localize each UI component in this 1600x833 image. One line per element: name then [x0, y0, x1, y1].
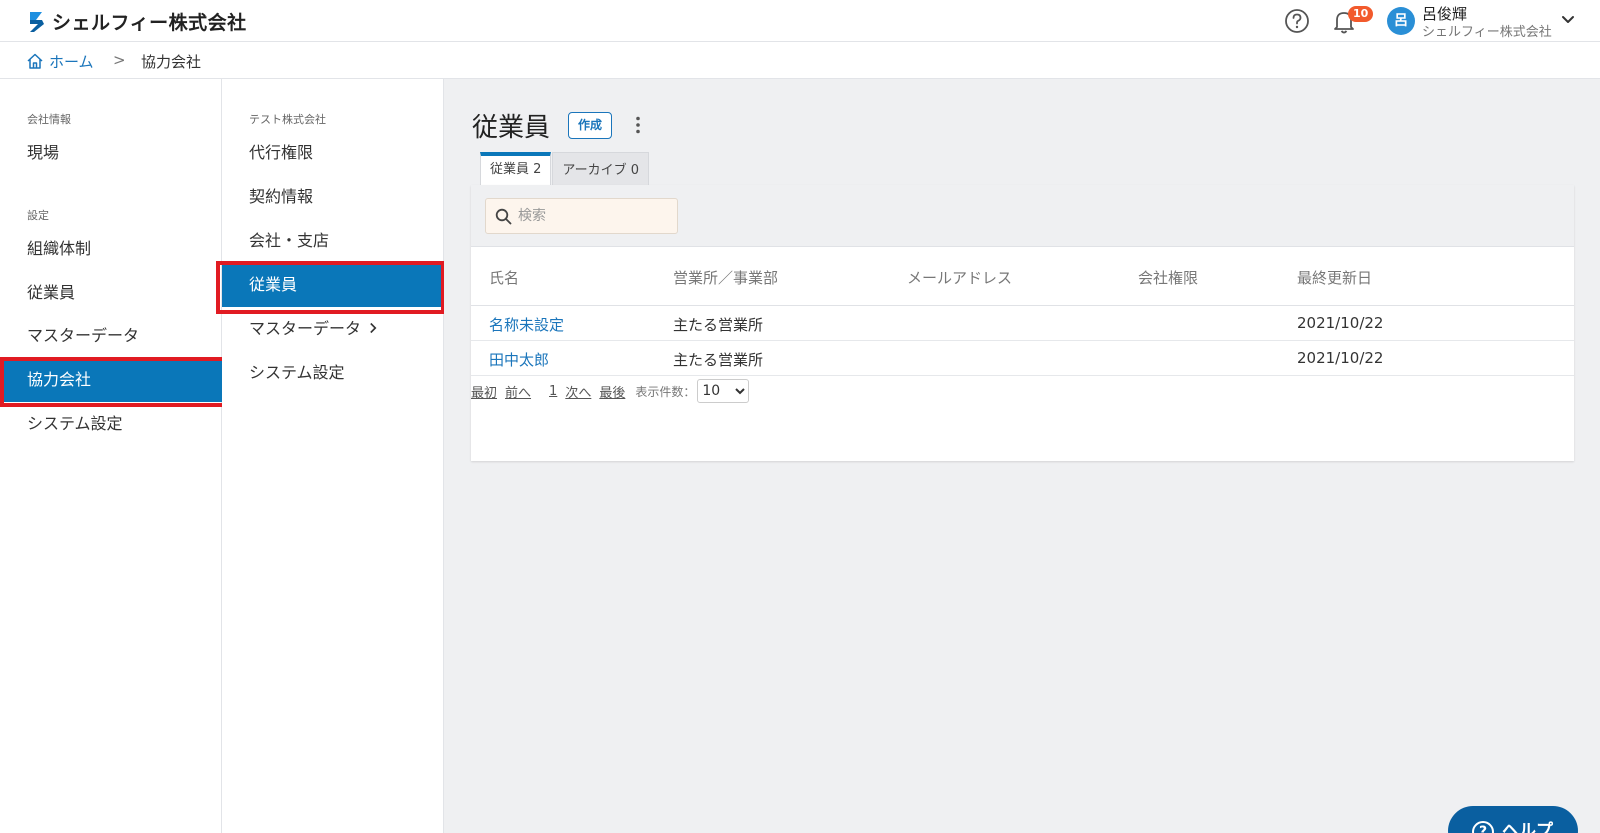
- column-header-updated[interactable]: 最終更新日: [1297, 267, 1372, 288]
- pagination: 最初 前へ 1 次へ 最後 表示件数： 10: [471, 379, 750, 403]
- breadcrumb: ホーム > 協力会社: [0, 42, 1600, 79]
- employee-office: 主たる営業所: [673, 316, 764, 334]
- create-button[interactable]: 作成: [568, 112, 613, 139]
- subnav-item-master-data[interactable]: マスターデータ: [222, 307, 444, 351]
- user-company: シェルフィー株式会社: [1422, 25, 1552, 40]
- pager-next-link[interactable]: 次へ: [565, 382, 591, 401]
- help-label: ヘルプ: [1502, 821, 1553, 833]
- sidebar-item-employees[interactable]: 従業員: [0, 271, 222, 315]
- sidebar-section-company: 会社情報: [27, 113, 71, 126]
- breadcrumb-home-link[interactable]: ホーム: [49, 51, 94, 72]
- column-header-office[interactable]: 営業所／事業部: [673, 267, 778, 288]
- chevron-right-icon: [370, 322, 377, 334]
- search-icon: [495, 208, 512, 225]
- per-page-select[interactable]: 10: [697, 379, 750, 403]
- page-title: 従業員: [472, 113, 551, 143]
- more-options-icon[interactable]: [634, 115, 642, 135]
- question-icon: ?: [1472, 821, 1494, 833]
- sub-sidebar: テスト株式会社 代行権限 契約情報 会社・支店 従業員 マスターデータ システム…: [222, 79, 444, 833]
- tab-employees[interactable]: 従業員 2: [480, 152, 552, 185]
- main-sidebar: 会社情報 現場 設定 組織体制 従業員 マスターデータ 協力会社 システム設定: [0, 79, 222, 833]
- sidebar-item-master-data[interactable]: マスターデータ: [0, 314, 222, 358]
- subnav-item-master-data-label: マスターデータ: [249, 319, 362, 338]
- pager-page-1[interactable]: 1: [549, 384, 557, 399]
- column-header-role[interactable]: 会社権限: [1138, 267, 1198, 288]
- employee-updated: 2021/10/22: [1297, 314, 1384, 332]
- help-floating-button[interactable]: ? ヘルプ: [1448, 806, 1578, 833]
- breadcrumb-current: 協力会社: [141, 53, 202, 71]
- per-page-label: 表示件数：: [635, 384, 696, 399]
- notifications-button[interactable]: 10: [1330, 6, 1374, 36]
- app-header: シェルフィー株式会社 10 呂 呂俊輝 シェルフィー株式会社: [0, 0, 1600, 42]
- table-row[interactable]: 名称未設定 主たる営業所 2021/10/22: [471, 306, 1574, 341]
- table-header: 氏名 営業所／事業部 メールアドレス 会社権限 最終更新日: [471, 247, 1574, 306]
- tab-archive[interactable]: アーカイブ 0: [552, 152, 650, 185]
- subnav-item-contract[interactable]: 契約情報: [222, 175, 444, 219]
- employee-name-link[interactable]: 名称未設定: [489, 314, 564, 335]
- employee-name-link[interactable]: 田中太郎: [489, 349, 549, 370]
- subnav-section-title: テスト株式会社: [249, 113, 326, 126]
- search-box: [485, 198, 678, 234]
- sidebar-section-settings: 設定: [27, 209, 49, 222]
- chevron-down-icon[interactable]: [1560, 11, 1576, 27]
- help-icon[interactable]: [1284, 8, 1310, 34]
- employee-table-card: 氏名 営業所／事業部 メールアドレス 会社権限 最終更新日 名称未設定 主たる営…: [471, 185, 1574, 461]
- main-content: 従業員 作成 従業員 2 アーカイブ 0 氏名 営業所／事業部 メールアドレス …: [444, 79, 1600, 833]
- home-icon[interactable]: [26, 52, 44, 70]
- table-toolbar: [471, 185, 1574, 247]
- subnav-item-delegation[interactable]: 代行権限: [222, 131, 444, 175]
- sidebar-item-partner-companies[interactable]: 協力会社: [0, 358, 222, 402]
- app-name: シェルフィー株式会社: [52, 12, 247, 34]
- search-input[interactable]: [518, 199, 673, 233]
- logo-icon: [30, 11, 44, 32]
- column-header-email[interactable]: メールアドレス: [907, 267, 1012, 288]
- avatar[interactable]: 呂: [1387, 7, 1415, 35]
- subnav-item-employees[interactable]: 従業員: [222, 263, 444, 307]
- pager-prev-link[interactable]: 前へ: [505, 382, 531, 401]
- table-row[interactable]: 田中太郎 主たる営業所 2021/10/22: [471, 341, 1574, 376]
- app-logo[interactable]: シェルフィー株式会社: [26, 8, 247, 35]
- sidebar-item-organization[interactable]: 組織体制: [0, 227, 222, 271]
- sidebar-item-sites[interactable]: 現場: [0, 131, 222, 175]
- subnav-item-branches[interactable]: 会社・支店: [222, 219, 444, 263]
- subnav-item-system-settings[interactable]: システム設定: [222, 351, 444, 395]
- notification-badge: 10: [1348, 6, 1374, 22]
- employee-office: 主たる営業所: [673, 351, 764, 369]
- tab-bar: 従業員 2 アーカイブ 0: [480, 152, 650, 185]
- pager-last-link[interactable]: 最後: [599, 382, 625, 401]
- column-header-name[interactable]: 氏名: [489, 267, 519, 288]
- breadcrumb-separator: >: [113, 51, 126, 69]
- pager-first-link[interactable]: 最初: [471, 382, 497, 401]
- sidebar-item-system-settings[interactable]: システム設定: [0, 402, 222, 446]
- employee-updated: 2021/10/22: [1297, 349, 1384, 367]
